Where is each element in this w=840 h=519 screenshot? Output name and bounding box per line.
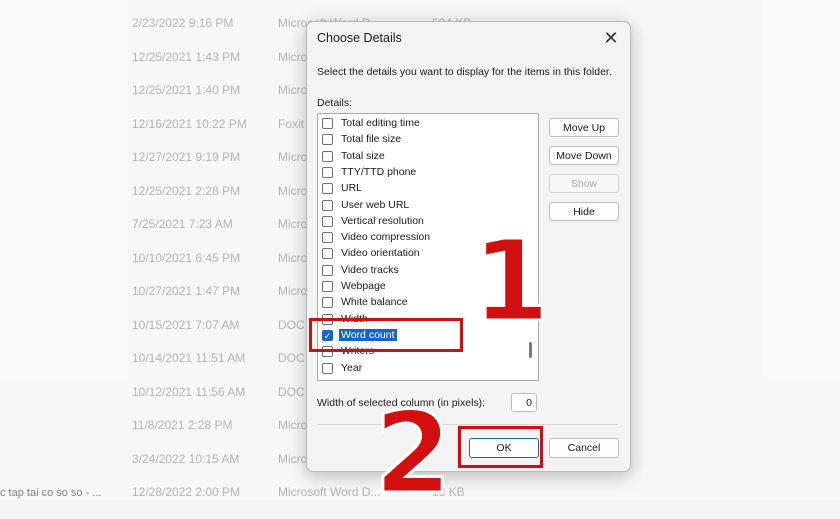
- checkbox[interactable]: [322, 166, 333, 178]
- highlight-box-ok: [458, 426, 543, 468]
- close-icon[interactable]: ✕: [599, 26, 623, 50]
- details-list-item[interactable]: Year: [318, 361, 523, 377]
- details-list-item[interactable]: TTY/TTD phone: [318, 165, 523, 181]
- move-up-button[interactable]: Move Up: [549, 118, 619, 137]
- checkbox[interactable]: [322, 362, 333, 374]
- item-label: Total size: [341, 149, 385, 162]
- checkbox[interactable]: [322, 232, 333, 244]
- item-label: URL: [341, 182, 363, 195]
- dialog-instruction: Select the details you want to display f…: [317, 66, 612, 78]
- hide-button[interactable]: Hide: [549, 202, 619, 221]
- cancel-button[interactable]: Cancel: [549, 438, 619, 458]
- item-label: Video orientation: [341, 247, 420, 260]
- item-label: Total file size: [341, 133, 402, 146]
- details-list-item[interactable]: URL: [318, 181, 523, 197]
- show-button[interactable]: Show: [549, 174, 619, 193]
- item-label: Video tracks: [341, 263, 399, 276]
- item-label: TTY/TTD phone: [341, 165, 417, 178]
- details-label: Details:: [317, 97, 353, 109]
- item-label: White balance: [341, 296, 408, 309]
- item-label: Year: [341, 361, 363, 374]
- checkbox[interactable]: [322, 199, 333, 211]
- checkbox[interactable]: [322, 215, 333, 227]
- checkbox[interactable]: [322, 118, 333, 129]
- item-label: Vertical resolution: [341, 214, 424, 227]
- details-list-item[interactable]: Total editing time: [318, 116, 523, 132]
- checkbox[interactable]: [322, 297, 333, 309]
- dialog-separator: [317, 424, 618, 425]
- item-label: Total editing time: [341, 117, 420, 129]
- checkbox[interactable]: [322, 150, 333, 162]
- move-down-button[interactable]: Move Down: [549, 146, 619, 165]
- item-label: Video compression: [341, 231, 431, 244]
- step-number-1: 1: [471, 217, 552, 347]
- checkbox[interactable]: [322, 248, 333, 260]
- checkbox[interactable]: [322, 264, 333, 276]
- highlight-box-word-count: [309, 318, 463, 352]
- item-label: Webpage: [341, 280, 386, 292]
- column-width-input[interactable]: 0: [511, 393, 537, 412]
- checkbox[interactable]: [322, 183, 333, 195]
- details-list-item[interactable]: User web URL: [318, 198, 523, 214]
- details-list-item[interactable]: Total size: [318, 149, 523, 165]
- item-label: User web URL: [341, 198, 410, 211]
- choose-details-dialog: Choose Details ✕ Select the details you …: [306, 21, 631, 472]
- checkbox[interactable]: [322, 134, 333, 146]
- details-list-item[interactable]: Total file size: [318, 132, 523, 148]
- dialog-title: Choose Details: [317, 31, 402, 45]
- step-number-2: 2: [373, 389, 454, 519]
- checkbox[interactable]: [322, 281, 333, 292]
